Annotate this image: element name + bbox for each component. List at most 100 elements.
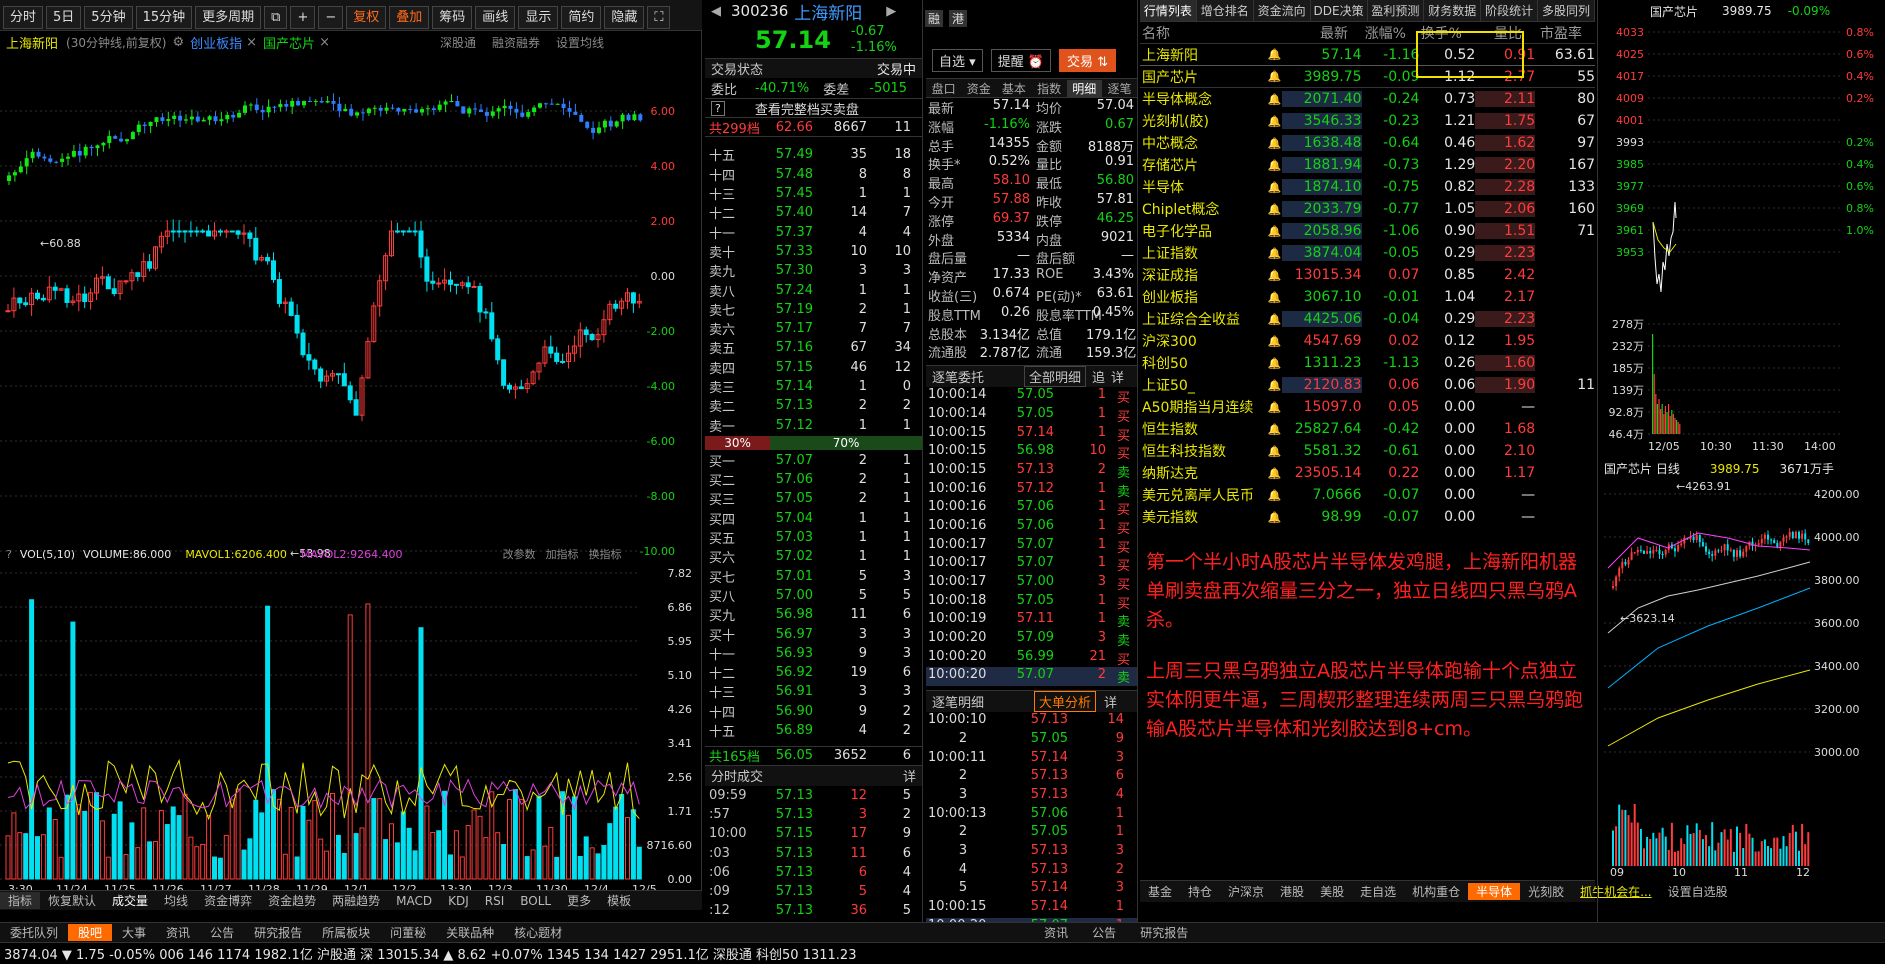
bell-icon[interactable]: 🔔 xyxy=(1268,401,1282,414)
indicator-tab[interactable]: RSI xyxy=(477,894,513,908)
indicator-tab[interactable]: 资金博弈 xyxy=(196,892,260,909)
period-more[interactable]: 更多周期 xyxy=(195,5,262,29)
buy-row[interactable]: 买九 56.98 11 6 xyxy=(705,605,922,624)
buy-row[interactable]: 买六 57.02 1 1 xyxy=(705,547,922,566)
market-row[interactable]: 恒生指数 🔔 25827.64 -0.42 0.00 1.68 xyxy=(1140,418,1595,440)
sell-row[interactable]: 卖六 57.17 7 7 xyxy=(705,319,922,338)
indicator-tab[interactable]: 成交量 xyxy=(104,892,156,909)
info-tab[interactable]: 核心题材 xyxy=(504,924,572,941)
sell-row[interactable]: 卖四 57.15 46 12 xyxy=(705,358,922,377)
bell-icon[interactable]: 🔔 xyxy=(1268,225,1282,238)
zhubi-detail[interactable]: 详 xyxy=(1111,367,1124,386)
bell-icon[interactable]: 🔔 xyxy=(1268,511,1282,524)
link-shengutong[interactable]: 深股通 xyxy=(440,34,476,51)
market-bottom-tab[interactable]: 基金 xyxy=(1140,883,1180,900)
market-row[interactable]: 纳斯达克 🔔 23505.14 0.22 0.00 1.17 xyxy=(1140,462,1595,484)
indicator-tab[interactable]: BOLL xyxy=(512,894,559,908)
bell-icon[interactable]: 🔔 xyxy=(1268,379,1282,392)
period-5min[interactable]: 5分钟 xyxy=(84,5,133,29)
indicator-tab[interactable]: 指标 xyxy=(0,892,41,909)
info-tab-2[interactable]: 研究报告 xyxy=(1128,924,1200,941)
indicator-tab[interactable]: 更多 xyxy=(559,892,599,909)
market-row[interactable]: 美元指数 🔔 98.99 -0.07 0.00 — xyxy=(1140,506,1595,528)
info-tab[interactable]: 资讯 xyxy=(156,924,200,941)
sell-row[interactable]: 卖十 57.33 10 10 xyxy=(705,242,922,261)
sell-row[interactable]: 卖七 57.19 2 1 xyxy=(705,300,922,319)
screenshot-icon[interactable]: ⧉ xyxy=(264,5,288,29)
kline-chart[interactable]: 6.00 4.00 2.00 0.00 -2.00 -4.00 -6.00 -8.00 -10.… xyxy=(0,51,702,571)
zhubi-filter[interactable]: 全部明细 xyxy=(1024,366,1087,388)
market-row[interactable]: A50期指当月连续 🔔 15097.0 0.05 0.00 — xyxy=(1140,396,1595,418)
info-tab[interactable]: 股吧 xyxy=(68,924,113,941)
bell-icon[interactable]: 🔔 xyxy=(1268,423,1282,436)
help-icon[interactable]: ? xyxy=(6,548,12,561)
market-tab[interactable]: 行情列表 xyxy=(1140,0,1197,21)
market-tab[interactable]: 财务数据 xyxy=(1424,0,1482,21)
column-header[interactable]: 名称 xyxy=(1140,23,1268,43)
sell-row[interactable]: 十一 57.37 4 4 xyxy=(705,222,922,242)
link-set-ma[interactable]: 设置均线 xyxy=(556,34,604,51)
sell-row[interactable]: 十四 57.48 8 8 xyxy=(705,165,922,184)
sell-row[interactable]: 十三 57.45 1 1 xyxy=(705,184,922,203)
bell-icon[interactable]: 🔔 xyxy=(1268,203,1282,216)
link-switch-indicator[interactable]: 换指标 xyxy=(589,546,622,562)
market-bottom-tab[interactable]: 机构重仓 xyxy=(1404,883,1468,900)
market-row[interactable]: 沪深300 🔔 4547.69 0.02 0.12 1.95 xyxy=(1140,330,1595,352)
info-tab-2[interactable]: 资讯 xyxy=(1032,924,1080,941)
market-row[interactable]: 恒生科技指数 🔔 5581.32 -0.61 0.00 2.10 xyxy=(1140,440,1595,462)
bell-icon[interactable]: 🔔 xyxy=(1268,247,1282,260)
info-tab[interactable]: 问董秘 xyxy=(380,924,436,941)
info-tab[interactable]: 研究报告 xyxy=(244,924,312,941)
zhubi-follow[interactable]: 追 xyxy=(1092,367,1105,386)
chouma-button[interactable]: 筹码 xyxy=(432,5,473,29)
bell-icon[interactable]: 🔔 xyxy=(1268,137,1282,150)
bell-icon[interactable]: 🔔 xyxy=(1268,357,1282,370)
next-icon[interactable]: ▶ xyxy=(886,4,896,19)
buy-row[interactable]: 买四 57.04 1 1 xyxy=(705,509,922,528)
market-tab[interactable]: 阶段统计 xyxy=(1481,0,1539,21)
sell-row[interactable]: 卖一 57.12 1 1 xyxy=(705,415,922,435)
info-tab[interactable]: 委托队列 xyxy=(0,924,68,941)
big-order-button[interactable]: 大单分析 xyxy=(1034,691,1097,713)
fuquan-button[interactable]: 复权 xyxy=(346,5,387,29)
indicator-tab[interactable]: 两融趋势 xyxy=(324,892,388,909)
market-row[interactable]: 创业板指 🔔 3067.10 -0.01 1.04 2.17 xyxy=(1140,286,1595,308)
detail-tab[interactable]: 指数 xyxy=(1032,80,1067,97)
buy-row[interactable]: 十二 56.92 19 6 xyxy=(705,663,922,682)
detail-tab[interactable]: 资金 xyxy=(961,80,996,97)
xianshi-button[interactable]: 显示 xyxy=(518,5,559,29)
diejia-button[interactable]: 叠加 xyxy=(389,5,430,29)
indicator-tab[interactable]: 资金趋势 xyxy=(260,892,324,909)
market-row[interactable]: 深证成指 🔔 13015.34 0.07 0.85 2.42 xyxy=(1140,264,1595,286)
mingxi-detail[interactable]: 详 xyxy=(1104,692,1117,711)
market-bottom-tab[interactable]: 持仓 xyxy=(1180,883,1220,900)
full-book-button[interactable]: ? 查看完整档买卖盘 xyxy=(705,98,922,118)
period-fenshi[interactable]: 分时 xyxy=(3,5,44,29)
market-row[interactable]: 上海新阳 🔔 57.14 -1.16 0.52 0.91 63.61 xyxy=(1140,44,1595,66)
buy-row[interactable]: 十三 56.91 3 3 xyxy=(705,682,922,701)
sell-row[interactable]: 十五 57.49 35 18 xyxy=(705,145,922,164)
plus-icon[interactable]: + xyxy=(290,5,316,29)
link-rongzi[interactable]: 融资融券 xyxy=(492,34,540,51)
prev-icon[interactable]: ◀ xyxy=(711,4,721,19)
bell-icon[interactable]: 🔔 xyxy=(1268,48,1282,61)
indicator-tab[interactable]: 恢复默认 xyxy=(40,892,104,909)
period-15min[interactable]: 15分钟 xyxy=(135,5,193,29)
link-add-indicator[interactable]: 加指标 xyxy=(546,546,579,562)
column-header[interactable]: 涨幅% xyxy=(1348,23,1406,43)
buy-row[interactable]: 十一 56.93 9 3 xyxy=(705,644,922,663)
bell-icon[interactable]: 🔔 xyxy=(1268,181,1282,194)
market-row[interactable]: 中芯概念 🔔 1638.48 -0.64 0.46 1.62 97 xyxy=(1140,132,1595,154)
indicator-tab[interactable]: KDJ xyxy=(440,894,477,908)
mini-kline-chart[interactable]: 4200.00 4000.00 3800.00 3600.00 3400.00 3200.… xyxy=(1598,478,1885,878)
info-tab[interactable]: 关联品种 xyxy=(436,924,504,941)
indicator-tab[interactable]: 均线 xyxy=(156,892,196,909)
market-row[interactable]: 存储芯片 🔔 1881.94 -0.73 1.29 2.20 167 xyxy=(1140,154,1595,176)
buy-row[interactable]: 十四 56.90 9 2 xyxy=(705,702,922,721)
sell-row[interactable]: 卖八 57.24 1 1 xyxy=(705,280,922,300)
info-tab-2[interactable]: 公告 xyxy=(1080,924,1128,941)
detail-button[interactable]: 详 xyxy=(903,766,916,785)
bell-icon[interactable]: 🔔 xyxy=(1268,445,1282,458)
sell-row[interactable]: 卖二 57.13 2 2 xyxy=(705,396,922,415)
buy-row[interactable]: 买一 57.07 2 1 xyxy=(705,451,922,470)
